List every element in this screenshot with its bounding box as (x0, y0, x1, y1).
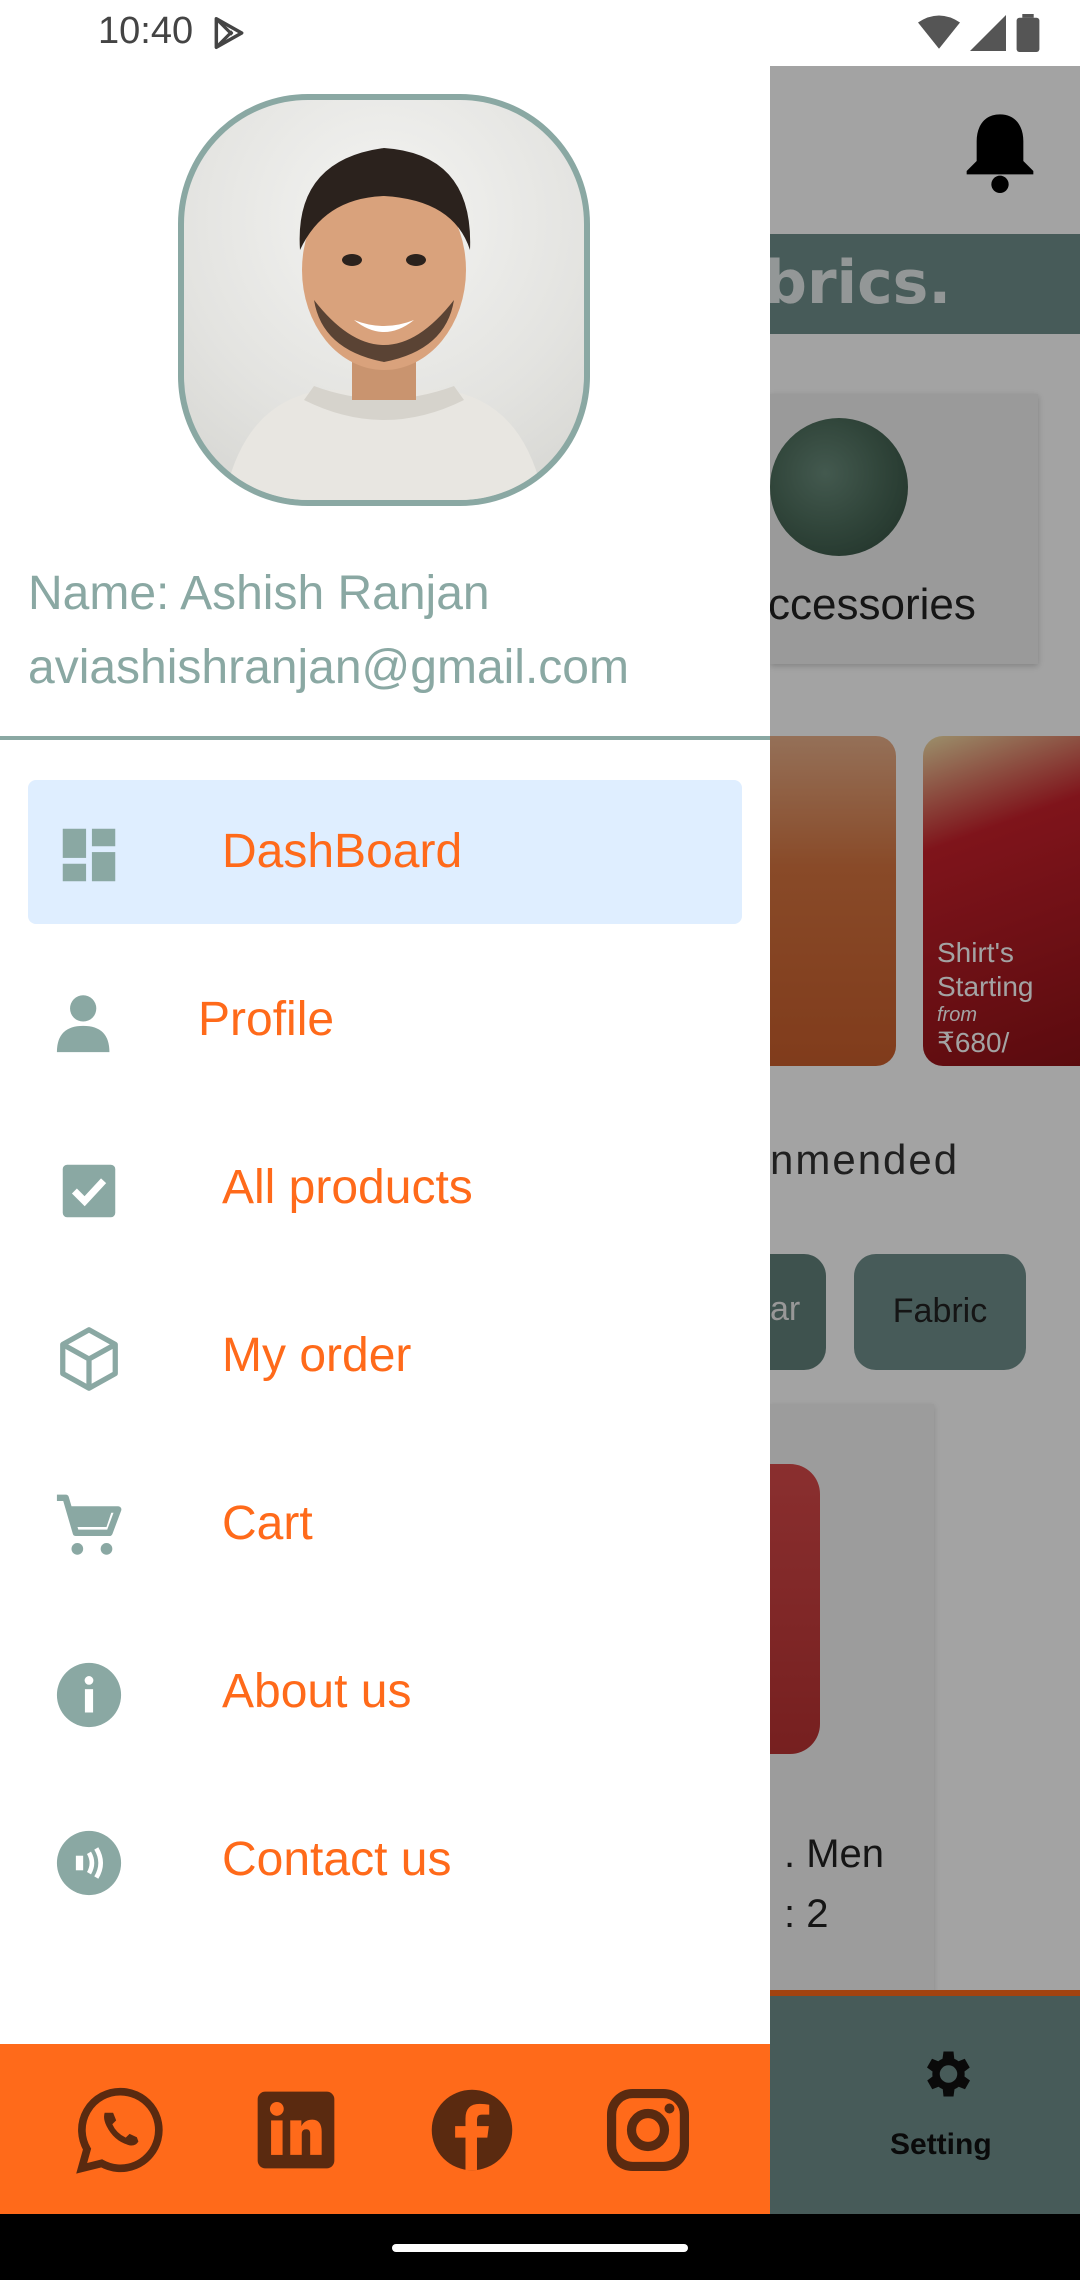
menu-label: Contact us (222, 1833, 452, 1886)
drawer-scrim[interactable] (770, 66, 1080, 2214)
status-time: 10:40 (98, 10, 194, 52)
menu-item-profile[interactable]: Profile (28, 948, 742, 1092)
menu-label: My order (222, 1329, 412, 1382)
cart-icon (54, 1492, 124, 1562)
social-bar (0, 2044, 770, 2214)
menu-label: All products (222, 1161, 473, 1214)
user-email: aviashishranjan@gmail.com (28, 641, 629, 694)
menu-item-about-us[interactable]: About us (28, 1620, 742, 1764)
signal-icon (970, 15, 1006, 55)
menu-item-dashboard[interactable]: DashBoard (28, 780, 742, 924)
instagram-icon[interactable] (602, 2084, 694, 2176)
dashboard-icon (54, 820, 124, 890)
menu-label: Cart (222, 1497, 313, 1550)
user-name: Name: Ashish Ranjan (28, 567, 490, 620)
info-icon (54, 1660, 124, 1730)
contact-icon (54, 1828, 124, 1898)
status-icons (918, 14, 1040, 56)
menu-item-cart[interactable]: Cart (28, 1452, 742, 1596)
menu-item-my-order[interactable]: My order (28, 1284, 742, 1428)
home-gesture-handle[interactable] (392, 2244, 688, 2252)
facebook-icon[interactable] (426, 2084, 518, 2176)
navigation-drawer: Name: Ashish Ranjan aviashishranjan@gmai… (0, 0, 770, 2214)
linkedin-icon[interactable] (250, 2084, 342, 2176)
menu-label: Profile (198, 993, 335, 1046)
menu-item-all-products[interactable]: All products (28, 1116, 742, 1260)
menu-label: DashBoard (222, 825, 463, 878)
battery-icon (1016, 14, 1040, 56)
person-icon (54, 988, 124, 1058)
whatsapp-icon[interactable] (74, 2084, 166, 2176)
menu-label: About us (222, 1665, 412, 1718)
menu-item-contact-us[interactable]: Contact us (28, 1788, 742, 1932)
wifi-icon (918, 15, 960, 55)
divider (0, 736, 770, 740)
avatar (178, 94, 590, 506)
status-bar: 10:40 (0, 0, 1080, 66)
checkbox-icon (54, 1156, 124, 1226)
system-nav-bar (0, 2214, 1080, 2280)
play-store-icon (210, 14, 248, 56)
box-icon (54, 1324, 124, 1394)
